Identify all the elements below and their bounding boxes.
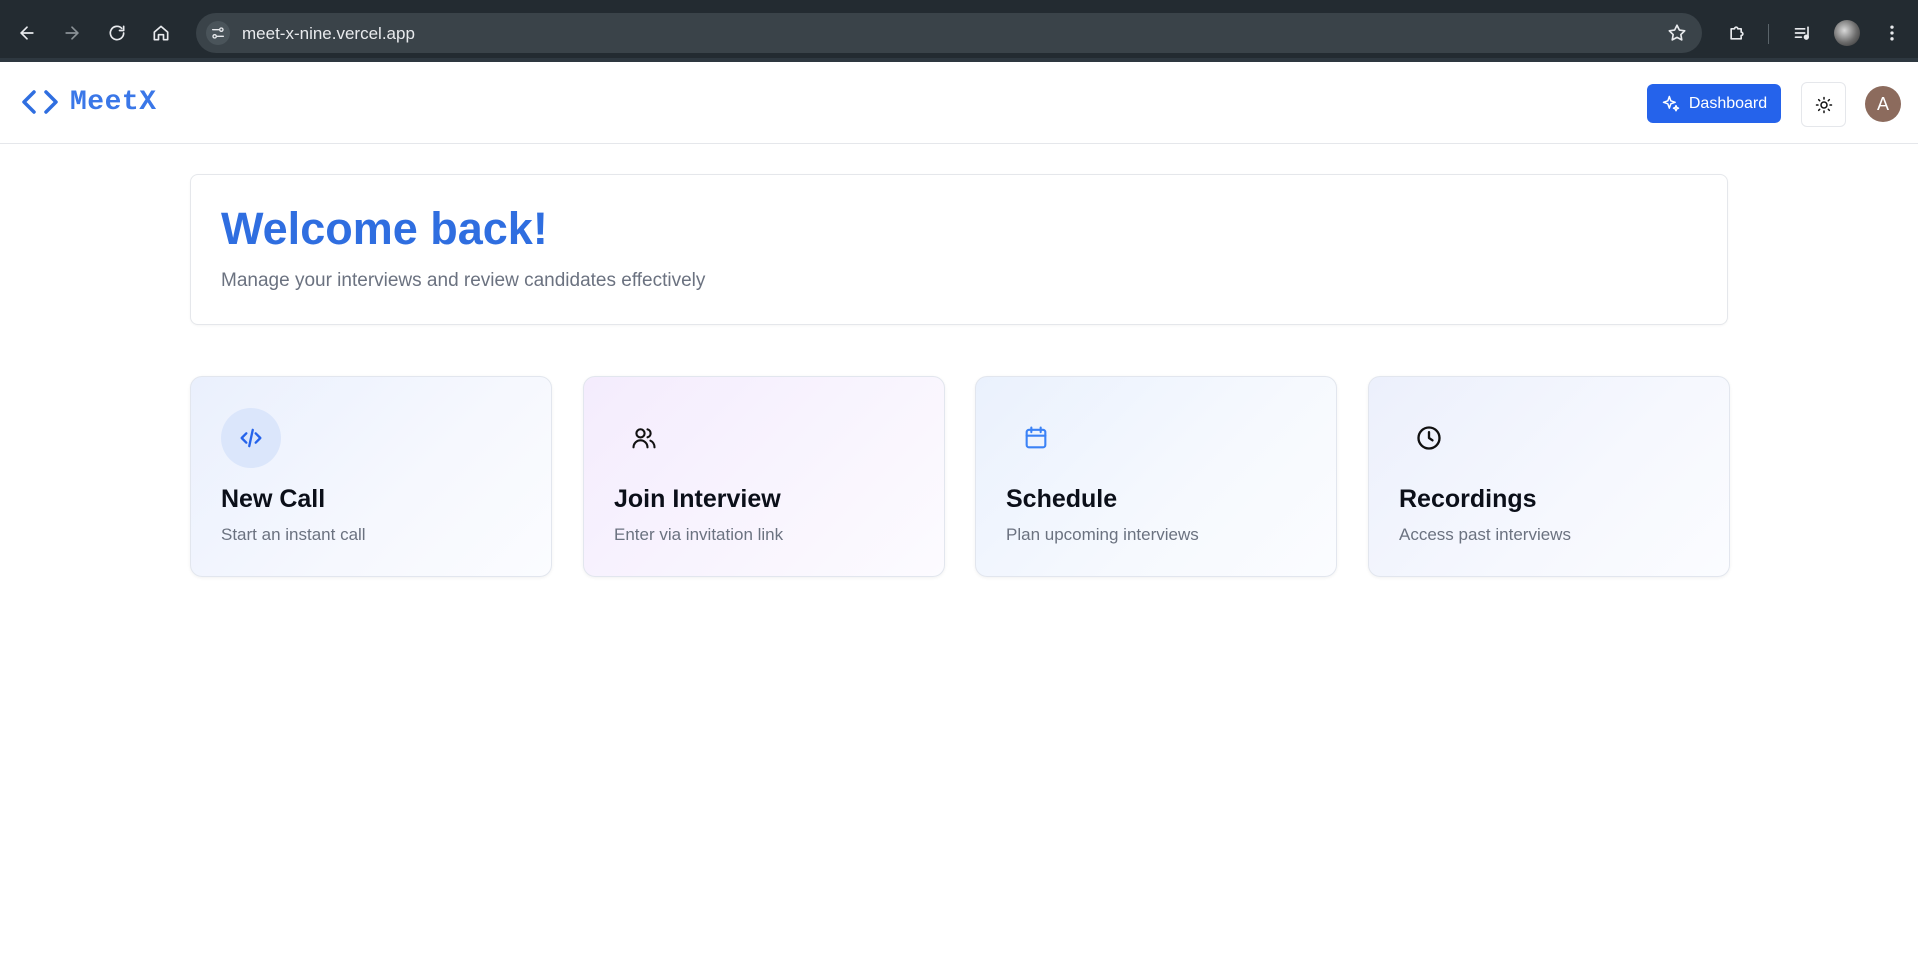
dashboard-button[interactable]: Dashboard (1647, 84, 1781, 123)
schedule-card[interactable]: Schedule Plan upcoming interviews (975, 376, 1337, 577)
app-header: MeetX (0, 62, 1918, 144)
users-icon (614, 408, 674, 468)
code-brackets-icon (22, 90, 58, 114)
card-title: Recordings (1399, 485, 1537, 513)
card-title: New Call (221, 485, 326, 513)
back-button[interactable] (10, 16, 44, 50)
card-description: Plan upcoming interviews (1006, 525, 1199, 544)
more-vertical-icon (1890, 25, 1894, 41)
sparkles-icon (1662, 95, 1680, 111)
welcome-title: Welcome back! (221, 203, 548, 254)
extensions-button[interactable] (1720, 16, 1754, 50)
new-call-card[interactable]: New Call Start an instant call (190, 376, 552, 577)
address-bar[interactable]: meet-x-nine.vercel.app (196, 13, 1702, 53)
dashboard-button-label: Dashboard (1688, 94, 1768, 112)
calendar-icon (1006, 408, 1066, 468)
welcome-subtitle: Manage your interviews and review candid… (221, 270, 706, 291)
playlist-music-icon (1794, 26, 1810, 40)
logo[interactable]: MeetX (20, 86, 157, 118)
arrow-right-icon (65, 26, 79, 40)
welcome-card: Welcome back! Manage your interviews and… (190, 174, 1728, 325)
toolbar-separator (1768, 24, 1769, 44)
logo-text: MeetX (70, 86, 157, 118)
card-description: Access past interviews (1399, 525, 1571, 544)
arrow-left-icon (20, 26, 34, 40)
clock-icon (1399, 408, 1459, 468)
reload-button[interactable] (100, 16, 134, 50)
browser-profile-avatar[interactable] (1834, 20, 1860, 46)
code-icon (221, 408, 281, 468)
url-text[interactable]: meet-x-nine.vercel.app (242, 24, 415, 44)
puzzle-icon (1730, 26, 1744, 40)
card-description: Enter via invitation link (614, 525, 784, 544)
media-control-button[interactable] (1786, 16, 1820, 50)
reload-icon (109, 25, 125, 41)
card-title: Schedule (1006, 485, 1118, 513)
theme-toggle-button[interactable] (1801, 82, 1846, 127)
home-icon (153, 25, 169, 41)
card-description: Start an instant call (221, 525, 366, 544)
bookmark-star-icon[interactable] (1666, 22, 1688, 49)
forward-button[interactable] (55, 16, 89, 50)
join-interview-card[interactable]: Join Interview Enter via invitation link (583, 376, 945, 577)
browser-menu-button[interactable] (1875, 16, 1909, 50)
card-title: Join Interview (614, 485, 781, 513)
recordings-card[interactable]: Recordings Access past interviews (1368, 376, 1730, 577)
site-info-icon[interactable] (206, 21, 230, 45)
home-button[interactable] (144, 16, 178, 50)
sun-icon (1815, 96, 1832, 113)
user-avatar[interactable]: A (1865, 86, 1901, 122)
